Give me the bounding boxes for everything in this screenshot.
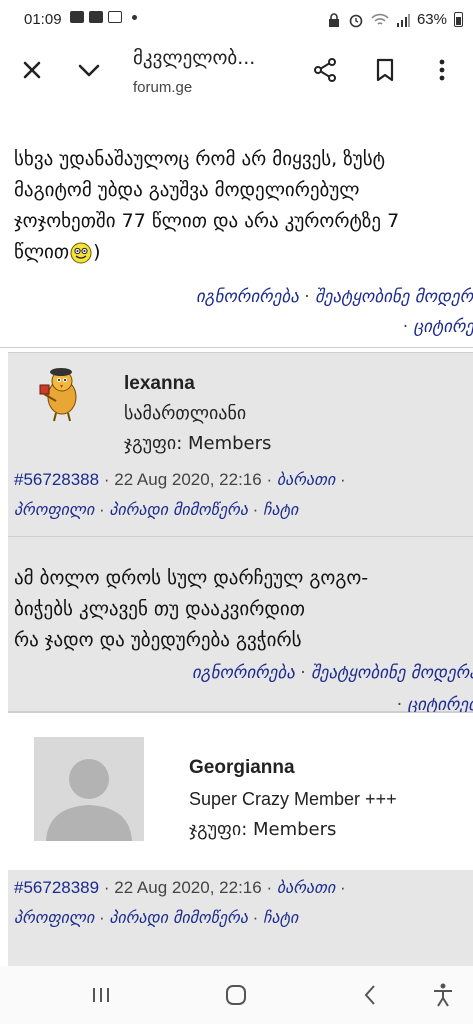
separator: ·: [402, 317, 409, 337]
quote-link[interactable]: ციტირებ: [414, 317, 473, 337]
more-vert-icon[interactable]: [432, 57, 452, 83]
recents-icon[interactable]: [86, 980, 116, 1010]
post-text-fragment: წლით: [14, 241, 70, 263]
lock-icon: [328, 12, 339, 27]
post-text-line: წლით ): [14, 237, 399, 268]
share-icon[interactable]: [312, 57, 338, 83]
avatar[interactable]: [34, 737, 144, 841]
post-text-line: ბიჭებს კლავენ თუ დააკვირდით: [14, 598, 305, 620]
post-meta: #56728388 · 22 Aug 2020, 22:16 · ბარათი …: [8, 454, 473, 537]
post-id-link[interactable]: #56728389: [14, 878, 99, 897]
youtube-icon: [70, 11, 84, 23]
author-title: Super Crazy Member +++: [189, 789, 397, 809]
author-name[interactable]: lexanna: [124, 373, 195, 395]
post-text-line: სხვა უდანაშაულოც რომ არ მიყვეს, ზუსტ: [14, 148, 386, 170]
post-meta-line: #56728388 · 22 Aug 2020, 22:16 · ბარათი …: [14, 470, 346, 490]
post-date: 22 Aug 2020, 22:16: [114, 470, 262, 489]
post-author-card: Georgianna Super Crazy Member +++ ჯგუფი:…: [8, 712, 473, 870]
report-moderator-link[interactable]: შეატყობინე მოდერატ: [315, 287, 473, 307]
alarm-icon: [349, 14, 363, 27]
private-message-link[interactable]: პირადი მიმოწერა: [109, 500, 248, 519]
signal-icon: [396, 13, 410, 27]
profile-link[interactable]: პროფილი: [14, 908, 94, 927]
post-meta-line: #56728389 · 22 Aug 2020, 22:16 · ბარათი …: [14, 878, 346, 898]
post-text-line: მაგიტომ უბდა გაუშვა მოდელირებულ: [14, 179, 360, 201]
post-text-line: ჯოჯოხეთში 77 წლით და არა კურორტზე 7: [14, 210, 400, 232]
private-message-link[interactable]: პირადი მიმოწერა: [109, 908, 248, 927]
status-time: 01:09: [24, 11, 62, 28]
page-title: მკვლელობ...: [133, 47, 256, 69]
separator: ·: [300, 663, 306, 683]
notification-icons: [70, 11, 137, 23]
post-body: სხვა უდანაშაულოც რომ არ მიყვეს, ზუსტ მაგ…: [0, 104, 473, 348]
post-text: სხვა უდანაშაულოც რომ არ მიყვეს, ზუსტ მაგ…: [14, 144, 399, 268]
gallery-icon: [89, 11, 103, 23]
author-group: ჯგუფი: Members: [124, 433, 272, 454]
chevron-down-icon[interactable]: [75, 56, 103, 84]
separator: ·: [252, 908, 259, 927]
chat-link[interactable]: ჩატი: [263, 500, 298, 519]
avatar[interactable]: [30, 361, 90, 423]
ignore-link[interactable]: იგნორირება: [196, 287, 299, 307]
card-link[interactable]: ბარათი: [277, 878, 335, 897]
back-icon[interactable]: [356, 980, 386, 1010]
report-moderator-link[interactable]: შეატყობინე მოდერატ: [311, 663, 473, 683]
notification-dot-icon: [132, 14, 137, 20]
post-body: ამ ბოლო დროს სულ დარჩეულ გოგო- ბიჭებს კლ…: [8, 537, 473, 715]
separator: ·: [98, 500, 105, 519]
post-date: 22 Aug 2020, 22:16: [114, 878, 262, 897]
author-name[interactable]: Georgianna: [189, 757, 295, 779]
system-navigation-bar: [0, 966, 473, 1024]
separator: ·: [266, 470, 273, 489]
ignore-link[interactable]: იგნორირება: [192, 663, 295, 683]
post-meta-line: პროფილი · პირადი მიმოწერა · ჩატი: [14, 500, 298, 520]
post-text-line: რა ჯადო და უბედურება გვჭირს: [14, 629, 302, 651]
wind-icon: [108, 11, 122, 23]
smiley-emoticon-icon: [70, 242, 92, 263]
post-text-line: ამ ბოლო დროს სულ დარჩეულ გოგო-: [14, 567, 369, 589]
post-actions-2: · ციტირებ: [403, 312, 473, 342]
chat-link[interactable]: ჩატი: [263, 908, 298, 927]
profile-link[interactable]: პროფილი: [14, 500, 94, 519]
post-id-link[interactable]: #56728388: [14, 470, 99, 489]
separator: ·: [103, 470, 110, 489]
post-actions: იგნორირება · შეატყობინე მოდერატ: [192, 658, 473, 688]
separator: ·: [339, 470, 346, 489]
status-bar: 01:09 63%: [0, 0, 473, 42]
custom-tab-toolbar: მკვლელობ... forum.ge: [0, 42, 473, 105]
card-link[interactable]: ბარათი: [277, 470, 335, 489]
separator: ·: [339, 878, 346, 897]
forum-content: სხვა უდანაშაულოც რომ არ მიყვეს, ზუსტ მაგ…: [0, 104, 473, 966]
author-group: ჯგუფი: Members: [189, 819, 337, 840]
separator: ·: [103, 878, 110, 897]
separator: ·: [266, 878, 273, 897]
separator: ·: [304, 287, 310, 307]
home-icon[interactable]: [221, 980, 251, 1010]
post-author-card: lexanna სამართლიანი ჯგუფი: Members: [8, 352, 473, 454]
post-meta-line: პროფილი · პირადი მიმოწერა · ჩატი: [14, 908, 298, 928]
post-actions: იგნორირება · შეატყობინე მოდერატ: [196, 282, 473, 312]
post-meta: #56728389 · 22 Aug 2020, 22:16 · ბარათი …: [8, 870, 473, 966]
close-icon[interactable]: [18, 56, 46, 84]
post-text-fragment: ): [93, 241, 101, 263]
post-text: ამ ბოლო დროს სულ დარჩეულ გოგო- ბიჭებს კლ…: [14, 563, 368, 656]
accessibility-icon[interactable]: [428, 980, 458, 1010]
system-icons: 63%: [327, 11, 463, 28]
separator: ·: [252, 500, 259, 519]
wifi-icon: [371, 13, 389, 25]
author-title: სამართლიანი: [124, 403, 247, 424]
bookmark-icon[interactable]: [372, 57, 398, 83]
battery-icon: [454, 12, 463, 27]
battery-percent: 63%: [416, 11, 447, 28]
separator: ·: [98, 908, 105, 927]
default-avatar-icon: [46, 759, 132, 841]
page-url: forum.ge: [133, 79, 193, 96]
